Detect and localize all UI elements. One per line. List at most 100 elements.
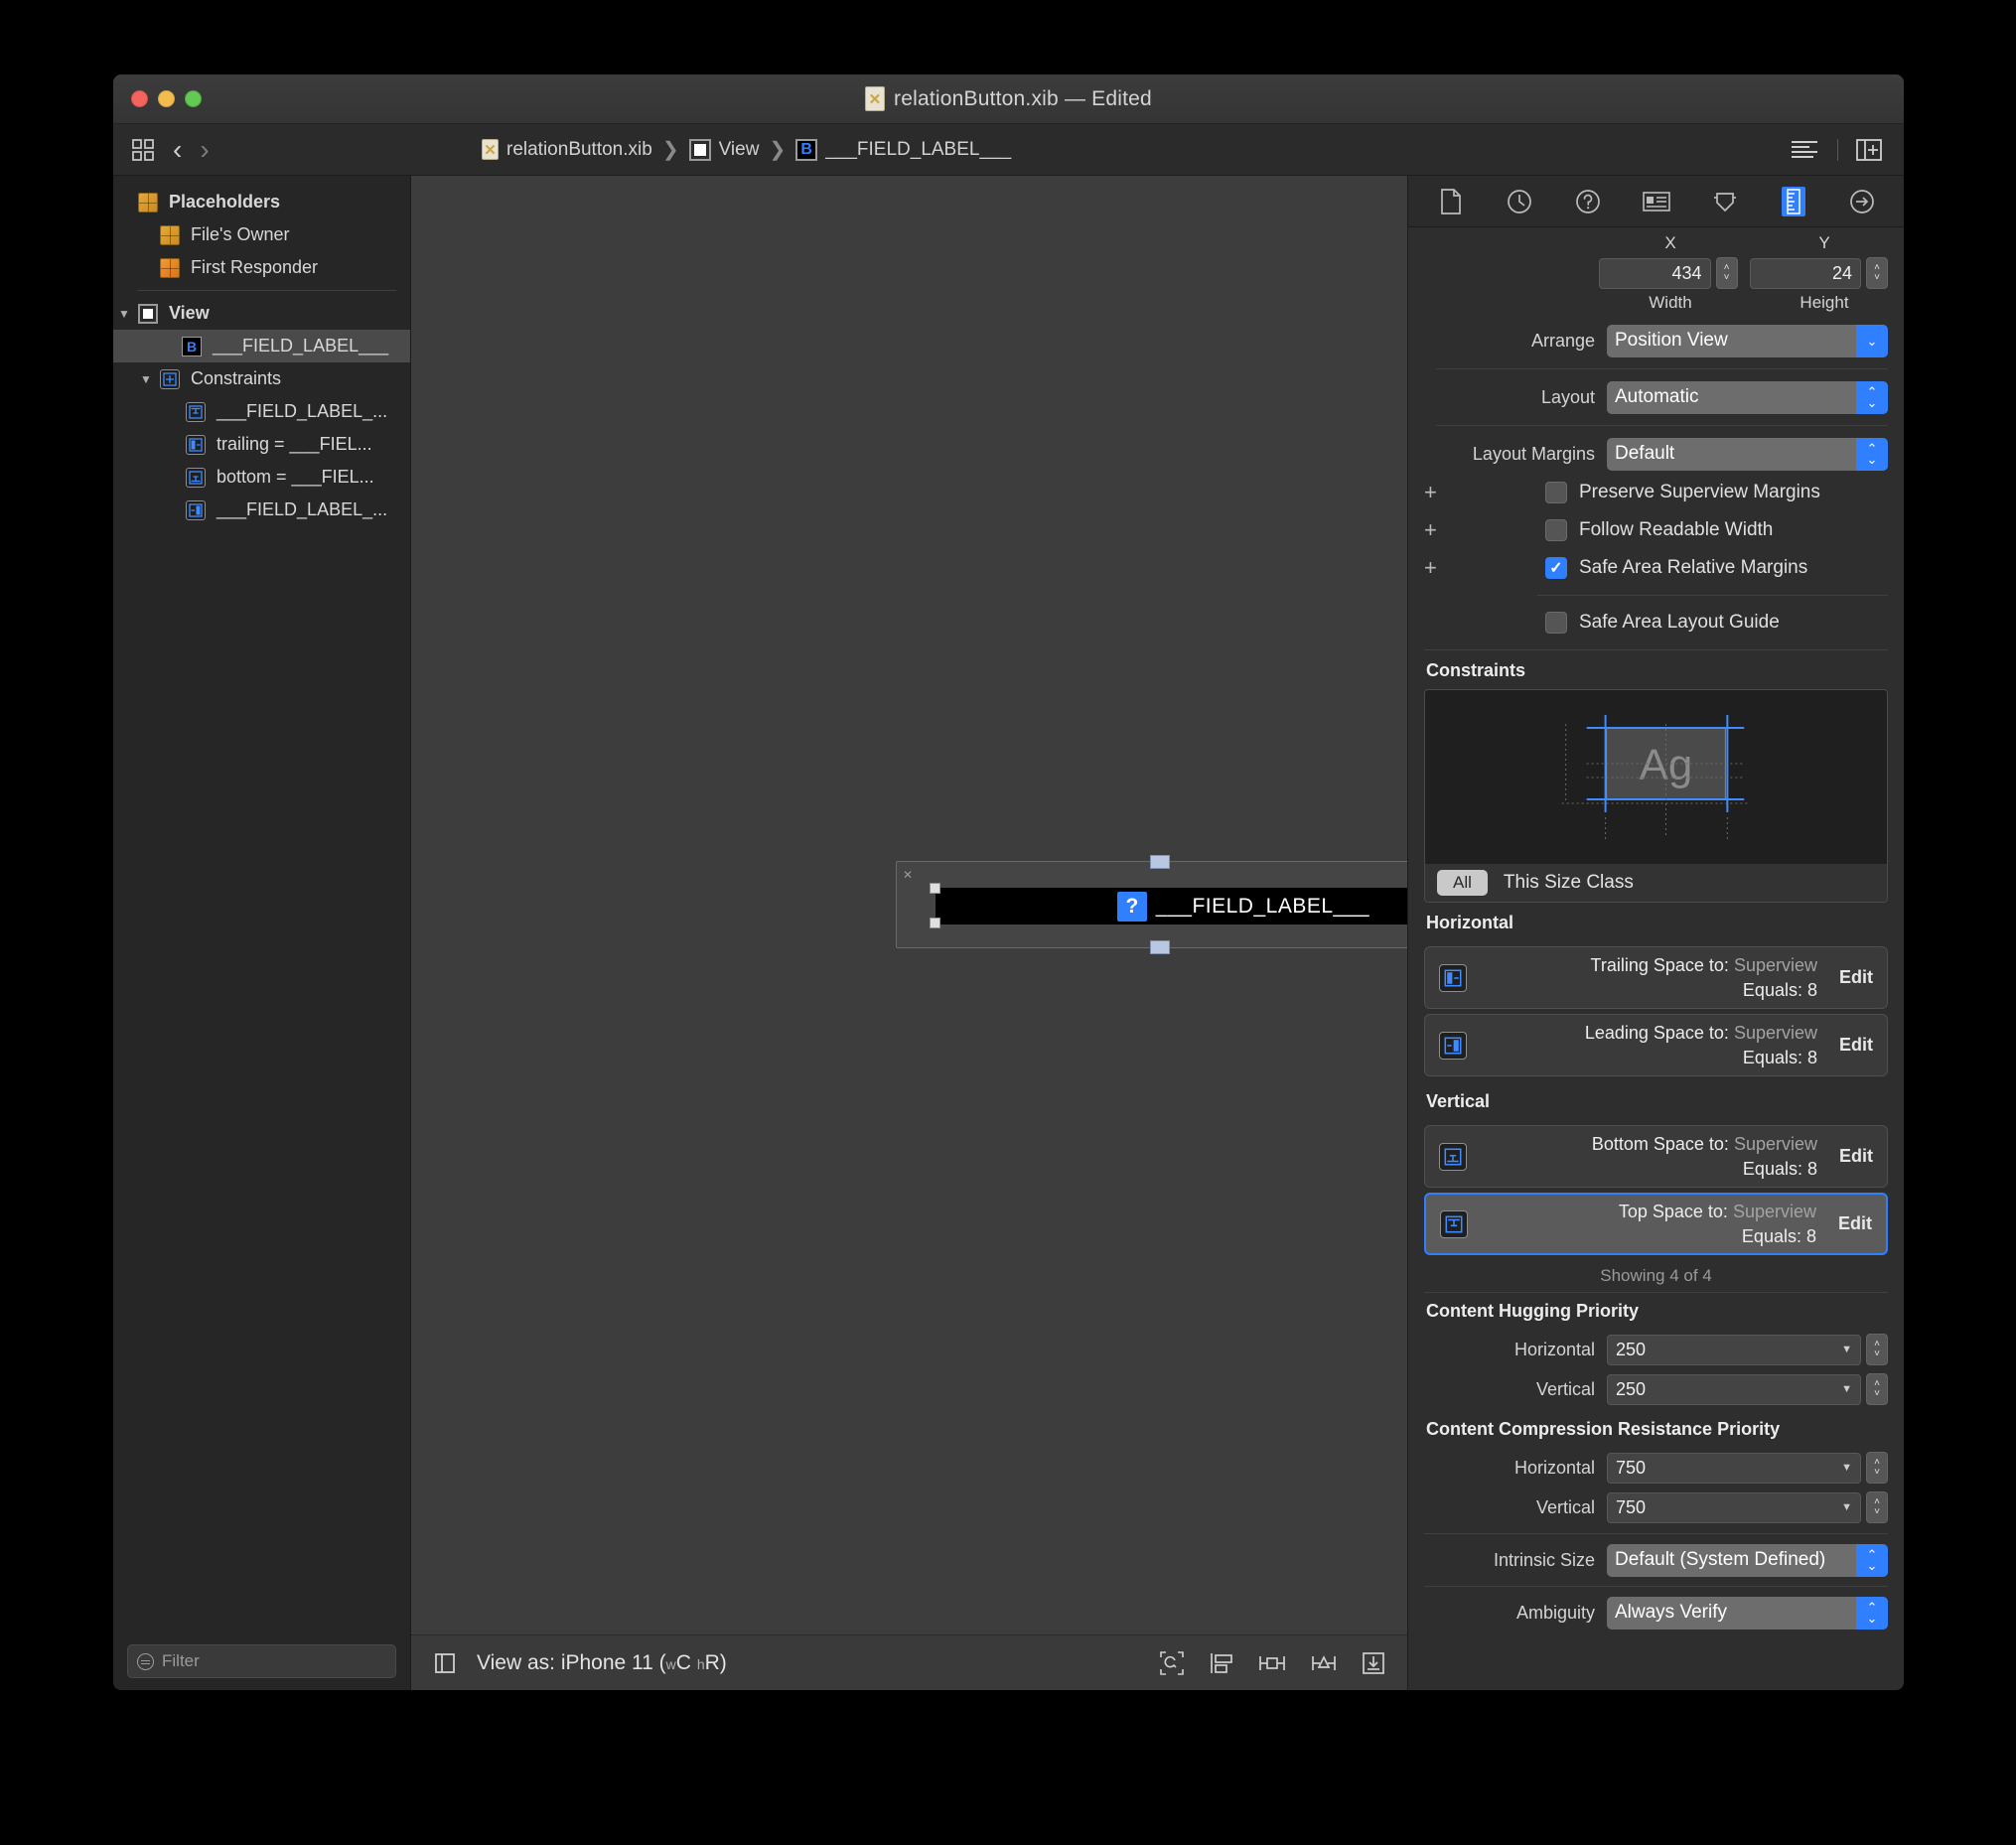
navigator-toggle-icon[interactable] (131, 138, 155, 162)
edit-constraint-button[interactable]: Edit (1839, 1146, 1873, 1167)
intrinsic-size-select[interactable]: Default (System Defined) ⌃ ⌄ (1607, 1543, 1888, 1577)
hugging-vertical-row: Vertical 250 ▼ ˄ ˅ (1408, 1369, 1904, 1409)
outline-item-constraint-bottom[interactable]: bottom = ___FIEL... (113, 461, 410, 494)
add-constraints-icon[interactable] (1258, 1651, 1286, 1675)
outline-item-constraints[interactable]: ▼ Constraints (113, 362, 410, 395)
hugging-vertical-input[interactable]: 250 ▼ (1607, 1373, 1861, 1405)
outline-item-placeholders[interactable]: Placeholders (113, 186, 410, 218)
canvas-bottom-bar: View as: iPhone 11 (wC hR) (411, 1634, 1407, 1690)
breadcrumb-item-field-label[interactable]: B ___FIELD_LABEL___ (795, 138, 1011, 161)
inspector-panel: X Y 434 ˄ ˅ 24 ˄ ˅ Width Height Arrange … (1407, 176, 1904, 1690)
edit-constraint-button[interactable]: Edit (1839, 1035, 1873, 1056)
breadcrumb-item-file[interactable]: relationButton.xib (482, 139, 652, 161)
compression-horizontal-input[interactable]: 750 ▼ (1607, 1452, 1861, 1484)
outline-item-field-label[interactable]: B ___FIELD_LABEL___ (113, 330, 410, 362)
assistant-editor-icon[interactable] (1856, 138, 1882, 162)
twisty-view[interactable]: ▼ (113, 307, 135, 321)
hugging-horizontal-stepper[interactable]: ˄ ˅ (1866, 1334, 1888, 1365)
compression-horizontal-stepper[interactable]: ˄ ˅ (1866, 1452, 1888, 1484)
outline-item-files-owner[interactable]: File's Owner (113, 218, 410, 251)
go-back-button[interactable]: ‹ (173, 134, 182, 166)
compression-vertical-stepper[interactable]: ˄ ˅ (1866, 1491, 1888, 1523)
hugging-vertical-stepper[interactable]: ˄ ˅ (1866, 1373, 1888, 1405)
x-input[interactable]: 434 (1599, 257, 1711, 289)
resize-handle[interactable] (930, 883, 940, 894)
interface-builder-canvas[interactable]: ✕ ? ___FIELD_LABEL___ (411, 176, 1407, 1634)
title-bar: relationButton.xib — Edited (113, 74, 1904, 124)
constraint-row-leading-space[interactable]: Leading Space to: Superview Equals: 8 Ed… (1424, 1014, 1888, 1076)
add-variation-icon[interactable]: + (1424, 519, 1446, 541)
align-icon[interactable] (1209, 1651, 1234, 1675)
chevron-down-icon[interactable]: ▼ (1841, 1344, 1852, 1355)
safe-area-relative-margins-checkbox[interactable]: ✓ (1545, 557, 1567, 579)
text-lines-icon[interactable] (1790, 139, 1819, 161)
safe-area-layout-guide-row: Safe Area Layout Guide (1408, 604, 1904, 641)
value: 250 (1616, 1339, 1647, 1359)
outline-item-view[interactable]: ▼ View (113, 297, 410, 330)
ambiguity-select[interactable]: Always Verify ⌃ ⌄ (1607, 1596, 1888, 1630)
x-stepper[interactable]: ˄ ˅ (1715, 257, 1738, 289)
edit-constraint-button[interactable]: Edit (1838, 1213, 1872, 1234)
hugging-horizontal-input[interactable]: 250 ▼ (1607, 1334, 1861, 1365)
preserve-superview-margins-checkbox[interactable] (1545, 482, 1567, 503)
outline-list[interactable]: Placeholders File's Owner First Responde… (113, 176, 410, 1632)
constraints-icon (157, 368, 183, 389)
bottom-space-constraint-icon (1439, 1142, 1467, 1171)
embed-in-icon[interactable] (1362, 1651, 1385, 1675)
selected-button-container[interactable]: ✕ ? ___FIELD_LABEL___ (896, 855, 1407, 954)
chevron-down-icon[interactable]: ▼ (1841, 1383, 1852, 1395)
resolve-issues-icon[interactable] (1310, 1651, 1338, 1675)
constraint-row-bottom-space[interactable]: Bottom Space to: Superview Equals: 8 Edi… (1424, 1125, 1888, 1188)
bottom-constraint-handle[interactable] (1150, 940, 1170, 954)
top-space-constraint-icon (183, 401, 209, 422)
connections-inspector-icon[interactable] (1840, 185, 1884, 218)
view-as-label[interactable]: View as: iPhone 11 (wC hR) (477, 1651, 727, 1675)
add-variation-icon[interactable]: + (1424, 482, 1446, 503)
file-inspector-icon[interactable] (1429, 185, 1473, 218)
leading-space-constraint-icon (1439, 1031, 1467, 1060)
top-constraint-handle[interactable] (1150, 855, 1170, 869)
this-size-class-button[interactable]: This Size Class (1504, 872, 1634, 894)
inspector-tab-bar[interactable] (1408, 176, 1904, 227)
outline-item-constraint-top[interactable]: ___FIELD_LABEL_... (113, 395, 410, 428)
y-input[interactable]: 24 (1749, 257, 1861, 289)
update-frames-icon[interactable] (1159, 1650, 1185, 1676)
all-size-classes-button[interactable]: All (1437, 870, 1488, 896)
outline-item-constraint-leading[interactable]: ___FIELD_LABEL_... (113, 494, 410, 526)
outline-item-label: Placeholders (169, 192, 281, 212)
follow-readable-width-checkbox[interactable] (1545, 519, 1567, 541)
outline-item-constraint-trailing[interactable]: trailing = ___FIEL... (113, 428, 410, 461)
breadcrumb-item-view[interactable]: View (688, 138, 759, 161)
layout-select[interactable]: Automatic ⌃ ⌄ (1607, 380, 1888, 414)
attributes-inspector-icon[interactable] (1703, 185, 1747, 218)
go-forward-button[interactable]: › (200, 134, 209, 166)
outline-item-first-responder[interactable]: First Responder (113, 251, 410, 284)
filter-input[interactable]: Filter (127, 1644, 396, 1678)
twisty-constraints[interactable]: ▼ (135, 372, 157, 386)
constraint-row-trailing-space[interactable]: Trailing Space to: Superview Equals: 8 E… (1424, 946, 1888, 1009)
resize-handle[interactable] (930, 918, 940, 928)
device-preview-toggle-icon[interactable] (433, 1651, 457, 1675)
compression-vertical-input[interactable]: 750 ▼ (1607, 1491, 1861, 1523)
quick-help-inspector-icon[interactable] (1566, 185, 1610, 218)
constraint-equals-label: Equals: (1742, 1158, 1802, 1179)
y-stepper[interactable]: ˄ ˅ (1866, 257, 1888, 289)
layout-margins-select[interactable]: Default ⌃ ⌄ (1607, 437, 1888, 471)
constraint-target: Superview (1733, 1023, 1817, 1044)
constraints-glyph (160, 368, 180, 389)
size-inspector-icon[interactable] (1772, 185, 1815, 218)
constraint-target: Superview (1733, 955, 1817, 976)
safe-area-layout-guide-checkbox[interactable] (1545, 612, 1567, 634)
arrange-select[interactable]: Position View ⌄ (1607, 324, 1888, 357)
constraints-preview[interactable]: Ag (1425, 690, 1887, 864)
value: 750 (1616, 1457, 1647, 1478)
button-content[interactable]: ? ___FIELD_LABEL___ (936, 888, 1407, 924)
add-variation-icon[interactable]: + (1424, 557, 1446, 579)
history-inspector-icon[interactable] (1498, 185, 1541, 218)
constraint-row-top-space[interactable]: Top Space to: Superview Equals: 8 Edit (1424, 1193, 1888, 1255)
edit-constraint-button[interactable]: Edit (1839, 967, 1873, 988)
chevron-down-icon[interactable]: ▼ (1841, 1462, 1852, 1474)
identity-inspector-icon[interactable] (1635, 185, 1678, 218)
chevron-down-icon[interactable]: ▼ (1841, 1501, 1852, 1513)
xib-file-icon (865, 86, 886, 111)
